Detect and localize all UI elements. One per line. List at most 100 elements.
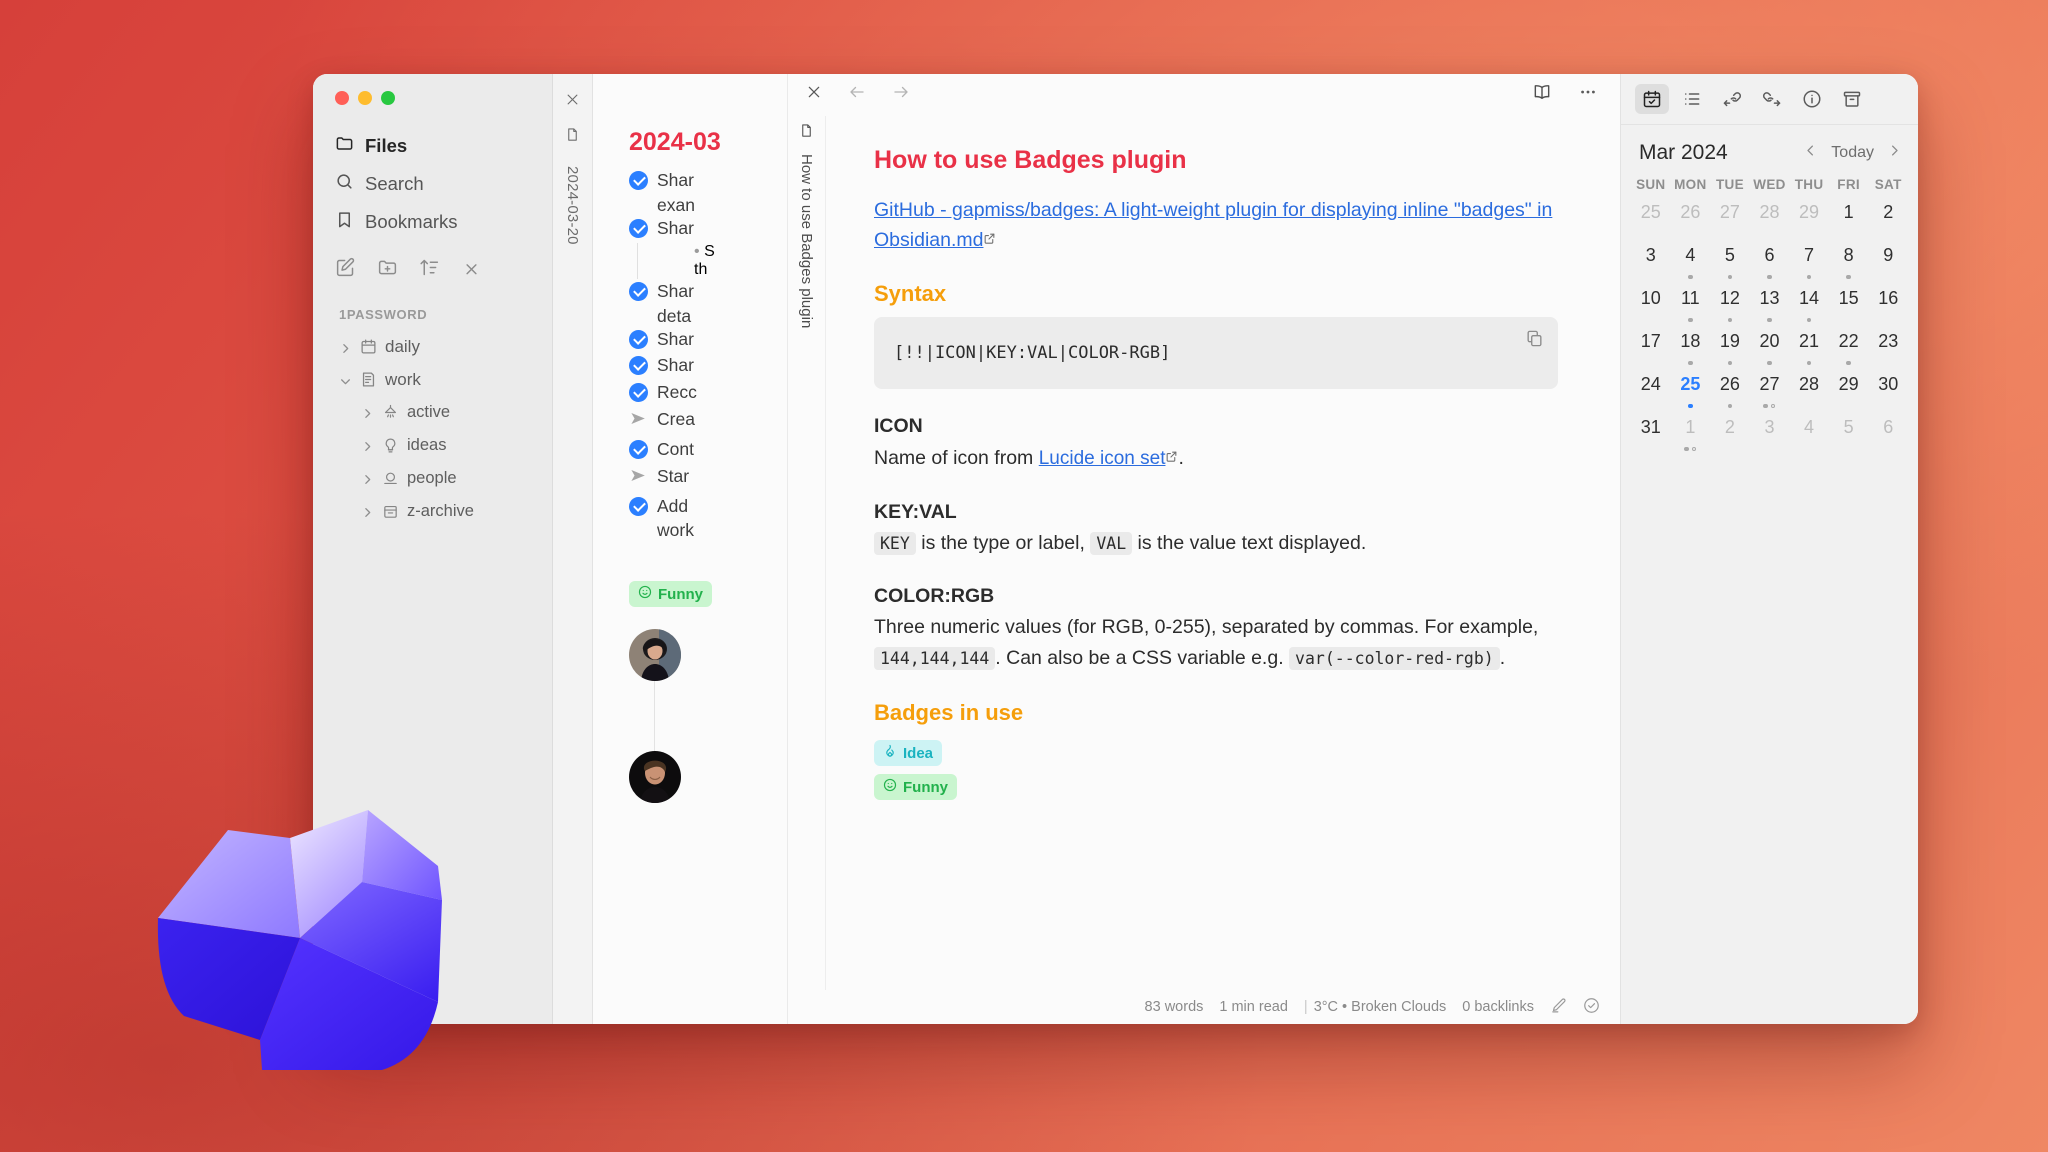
calendar-day[interactable]: 27 — [1710, 200, 1750, 243]
calendar-day[interactable]: 30 — [1868, 372, 1908, 415]
calendar-day[interactable]: 13 — [1750, 286, 1790, 329]
calendar-day[interactable]: 29 — [1829, 372, 1869, 415]
book-open-icon[interactable] — [1532, 82, 1552, 107]
avatar[interactable] — [629, 629, 681, 682]
new-note-icon[interactable] — [335, 257, 356, 283]
calendar-day[interactable]: 25 — [1631, 200, 1671, 243]
task-item[interactable]: Shar — [593, 327, 787, 352]
calendar-day[interactable]: 28 — [1789, 372, 1829, 415]
chevron-right-icon[interactable] — [1887, 143, 1902, 163]
calendar-day[interactable]: 9 — [1868, 243, 1908, 286]
badge-idea[interactable]: Idea — [874, 740, 943, 767]
collapse-all-icon[interactable] — [461, 257, 482, 283]
calendar-day[interactable]: 1 — [1671, 415, 1711, 458]
tab-backlinks[interactable] — [1715, 84, 1749, 114]
chevron-right-icon[interactable] — [339, 340, 352, 353]
tab-info[interactable] — [1795, 84, 1829, 114]
task-forwarded-icon[interactable] — [629, 409, 648, 435]
minimize-window-button[interactable] — [358, 91, 372, 105]
calendar-day[interactable]: 12 — [1710, 286, 1750, 329]
calendar-day[interactable]: 26 — [1710, 372, 1750, 415]
calendar-day[interactable]: 28 — [1750, 200, 1790, 243]
tree-item-work[interactable]: work — [313, 363, 552, 396]
sort-icon[interactable] — [419, 257, 440, 283]
calendar-day[interactable]: 31 — [1631, 415, 1671, 458]
checkbox-checked-icon[interactable] — [629, 439, 648, 459]
calendar-day[interactable]: 16 — [1868, 286, 1908, 329]
task-item[interactable]: Shar — [593, 353, 787, 378]
github-source-link[interactable]: GitHub - gapmiss/badges: A light-weight … — [874, 199, 1552, 251]
tree-item-people[interactable]: people — [313, 462, 552, 495]
tree-item-z-archive[interactable]: z-archive — [313, 495, 552, 528]
task-item[interactable]: Shar — [593, 168, 787, 193]
calendar-day[interactable]: 3 — [1631, 243, 1671, 286]
more-options-icon[interactable] — [1578, 82, 1598, 107]
note-tab-label[interactable]: How to use Badges plugin — [798, 154, 815, 328]
close-icon[interactable] — [565, 92, 580, 112]
task-item[interactable]: Star — [593, 464, 787, 492]
calendar-day[interactable]: 2 — [1710, 415, 1750, 458]
chevron-right-icon[interactable] — [361, 505, 374, 518]
calendar-day[interactable]: 10 — [1631, 286, 1671, 329]
checkbox-checked-icon[interactable] — [629, 218, 648, 238]
chevron-down-icon[interactable] — [339, 373, 352, 386]
close-icon[interactable] — [806, 84, 822, 105]
pencil-icon[interactable] — [1550, 997, 1567, 1018]
calendar-day[interactable]: 29 — [1789, 200, 1829, 243]
badge-funny[interactable]: Funny — [874, 774, 957, 801]
calendar-today-button[interactable]: Today — [1831, 144, 1874, 162]
chevron-right-icon[interactable] — [361, 439, 374, 452]
calendar-day[interactable]: 8 — [1829, 243, 1869, 286]
forward-icon[interactable] — [892, 83, 910, 106]
checkbox-checked-icon[interactable] — [629, 496, 648, 516]
calendar-day[interactable]: 3 — [1750, 415, 1790, 458]
calendar-day[interactable]: 21 — [1789, 329, 1829, 372]
task-item[interactable]: Recc — [593, 380, 787, 405]
task-item[interactable]: Crea — [593, 407, 787, 435]
new-folder-icon[interactable] — [377, 257, 398, 283]
sidebar-item-search[interactable]: Search — [313, 165, 552, 203]
daily-note-tab-label[interactable]: 2024-03-20 — [564, 166, 581, 245]
sidebar-item-files[interactable]: Files — [313, 127, 552, 165]
calendar-day[interactable]: 19 — [1710, 329, 1750, 372]
calendar-day[interactable]: 7 — [1789, 243, 1829, 286]
task-item[interactable]: Shar — [593, 279, 787, 304]
syntax-code-block[interactable]: [!!|ICON|KEY:VAL|COLOR-RGB] — [874, 317, 1558, 390]
check-circle-icon[interactable] — [1583, 997, 1600, 1018]
note-content[interactable]: How to use Badges plugin GitHub - gapmis… — [826, 116, 1620, 990]
calendar-day[interactable]: 4 — [1789, 415, 1829, 458]
calendar-day[interactable]: 17 — [1631, 329, 1671, 372]
chevron-right-icon[interactable] — [361, 406, 374, 419]
tree-item-ideas[interactable]: ideas — [313, 429, 552, 462]
checkbox-checked-icon[interactable] — [629, 171, 648, 190]
calendar-day[interactable]: 23 — [1868, 329, 1908, 372]
copy-icon[interactable] — [1525, 329, 1544, 353]
calendar-day[interactable]: 24 — [1631, 372, 1671, 415]
task-item[interactable]: Cont — [593, 437, 787, 462]
calendar-day[interactable]: 18 — [1671, 329, 1711, 372]
zoom-window-button[interactable] — [381, 91, 395, 105]
calendar-day[interactable]: 6 — [1750, 243, 1790, 286]
task-item[interactable]: Shar — [593, 216, 787, 241]
calendar-day[interactable]: 14 — [1789, 286, 1829, 329]
calendar-day[interactable]: 27 — [1750, 372, 1790, 415]
calendar-day[interactable]: 1 — [1829, 200, 1869, 243]
calendar-day[interactable]: 11 — [1671, 286, 1711, 329]
back-icon[interactable] — [848, 83, 866, 106]
tab-archive[interactable] — [1835, 84, 1869, 114]
avatar[interactable] — [629, 751, 681, 804]
calendar-day[interactable]: 15 — [1829, 286, 1869, 329]
calendar-day[interactable]: 5 — [1829, 415, 1869, 458]
task-forwarded-icon[interactable] — [629, 466, 648, 492]
tab-outline[interactable] — [1675, 84, 1709, 114]
checkbox-checked-icon[interactable] — [629, 329, 648, 349]
lucide-icon-set-link[interactable]: Lucide icon set — [1039, 448, 1166, 469]
calendar-day[interactable]: 26 — [1671, 200, 1711, 243]
badge-funny[interactable]: Funny — [629, 581, 712, 608]
task-item[interactable]: Add — [593, 494, 787, 519]
checkbox-checked-icon[interactable] — [629, 383, 648, 403]
chevron-right-icon[interactable] — [361, 472, 374, 485]
calendar-day[interactable]: 4 — [1671, 243, 1711, 286]
tab-outgoing-links[interactable] — [1755, 84, 1789, 114]
sidebar-item-bookmarks[interactable]: Bookmarks — [313, 203, 552, 241]
